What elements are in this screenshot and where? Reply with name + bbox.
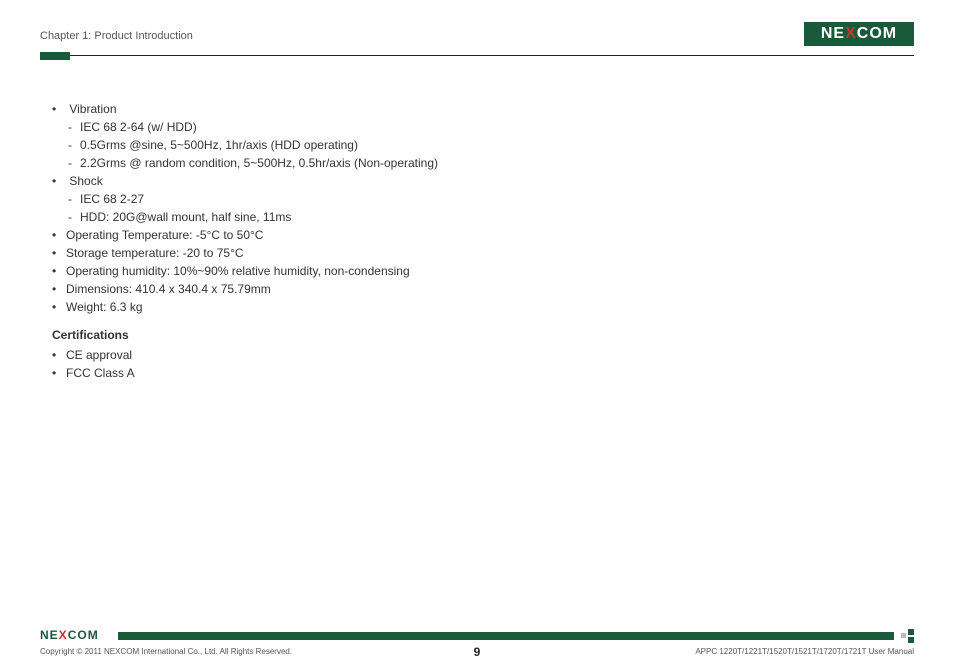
page-footer: NEXCOM Copyright © 2011 NEXCOM Internati… [40,629,914,656]
spec-sub-list: IEC 68 2-27 HDD: 20G@wall mount, half si… [54,190,914,226]
footer-logo-text: NEXCOM [40,628,99,642]
cert-item: FCC Class A [54,364,914,382]
page-header: Chapter 1: Product Introduction NEXCOM [40,22,914,46]
spec-item: Operating humidity: 10%~90% relative hum… [54,262,914,280]
certifications-heading: Certifications [50,326,914,344]
spec-item: Weight: 6.3 kg [54,298,914,316]
spec-item: Operating Temperature: -5°C to 50°C [54,226,914,244]
spec-sub-item: IEC 68 2-64 (w/ HDD) [70,118,914,136]
cert-item: CE approval [54,346,914,364]
footer-page-number: 9 [474,645,481,659]
spec-item: Shock IEC 68 2-27 HDD: 20G@wall mount, h… [54,172,914,226]
footer-bar-accent [118,632,894,640]
footer-deco-square [908,629,914,635]
spec-item: Storage temperature: -20 to 75°C [54,244,914,262]
spec-item: Vibration IEC 68 2-64 (w/ HDD) 0.5Grms @… [54,100,914,172]
header-rule [40,52,914,60]
spec-label: Vibration [69,102,116,116]
header-rule-line [40,55,914,56]
footer-decoration [896,629,914,643]
footer-copyright: Copyright © 2011 NEXCOM International Co… [40,647,292,656]
chapter-title: Chapter 1: Product Introduction [40,30,193,46]
spec-sub-list: IEC 68 2-64 (w/ HDD) 0.5Grms @sine, 5~50… [54,118,914,172]
footer-deco-square [901,633,906,638]
logo-right: COM [857,25,897,42]
footer-text-row: Copyright © 2011 NEXCOM International Co… [40,647,914,656]
brand-logo-text: NEXCOM [821,25,897,43]
spec-label: Shock [69,174,102,188]
footer-logo: NEXCOM [40,628,116,642]
spec-sub-item: 2.2Grms @ random condition, 5~500Hz, 0.5… [70,154,914,172]
spec-sub-item: HDD: 20G@wall mount, half sine, 11ms [70,208,914,226]
spec-sub-item: 0.5Grms @sine, 5~500Hz, 1hr/axis (HDD op… [70,136,914,154]
footer-logo-x: X [59,628,68,642]
footer-bar: NEXCOM [40,629,914,643]
spec-sub-item: IEC 68 2-27 [70,190,914,208]
brand-logo: NEXCOM [804,22,914,46]
spec-item: Dimensions: 410.4 x 340.4 x 75.79mm [54,280,914,298]
footer-manual-name: APPC 1220T/1221T/1520T/1521T/1720T/1721T… [695,647,914,656]
logo-left: NE [821,25,845,42]
certifications-list: CE approval FCC Class A [50,346,914,382]
footer-logo-right: COM [68,628,99,642]
footer-logo-left: NE [40,628,59,642]
page-container: Chapter 1: Product Introduction NEXCOM V… [0,0,954,672]
header-rule-accent [40,52,70,60]
content-area: Vibration IEC 68 2-64 (w/ HDD) 0.5Grms @… [40,60,914,382]
spec-list: Vibration IEC 68 2-64 (w/ HDD) 0.5Grms @… [50,100,914,316]
logo-x: X [845,25,857,42]
footer-deco-square [908,637,914,643]
